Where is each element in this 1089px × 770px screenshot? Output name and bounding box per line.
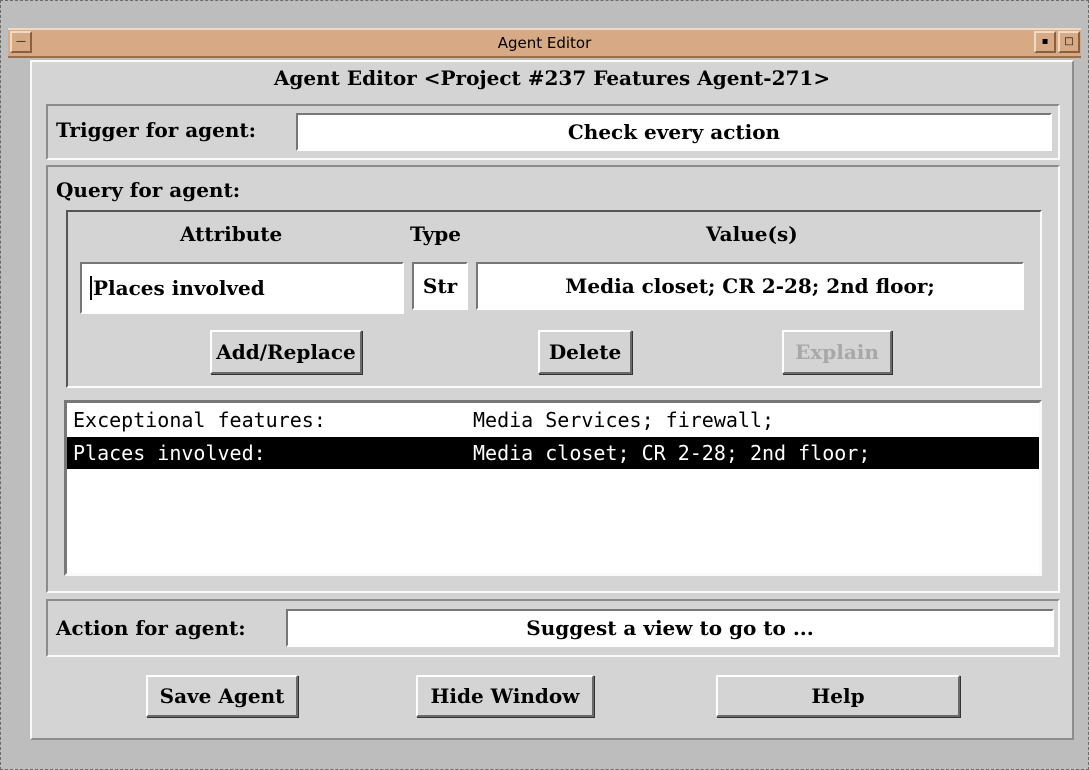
action-field[interactable]: Suggest a view to go to ...: [286, 609, 1054, 647]
values-input[interactable]: Media closet; CR 2-28; 2nd floor;: [476, 262, 1024, 310]
action-label: Action for agent:: [56, 616, 246, 640]
trigger-label: Trigger for agent:: [56, 118, 257, 142]
type-header: Type: [410, 222, 462, 246]
title-bar[interactable]: Agent Editor: [8, 28, 1081, 58]
maximize-icon[interactable]: □: [1058, 31, 1080, 53]
window-menu-icon[interactable]: —: [10, 31, 32, 53]
query-label: Query for agent:: [56, 178, 241, 202]
list-item-attribute: Exceptional features:: [73, 408, 326, 432]
list-item[interactable]: Exceptional features: Media Services; fi…: [67, 405, 1039, 435]
list-item-values: Media closet; CR 2-28; 2nd floor;: [473, 441, 871, 465]
type-input[interactable]: Str: [412, 262, 468, 310]
attribute-input-value: Places involved: [93, 276, 265, 300]
help-button[interactable]: Help: [716, 675, 960, 717]
window-title: Agent Editor: [497, 34, 592, 52]
minimize-icon[interactable]: ▪: [1034, 31, 1056, 53]
attribute-header: Attribute: [180, 222, 283, 246]
hide-window-button[interactable]: Hide Window: [416, 675, 594, 717]
values-header: Value(s): [706, 222, 798, 246]
editor-heading: Agent Editor <Project #237 Features Agen…: [273, 66, 831, 90]
trigger-field[interactable]: Check every action: [296, 113, 1052, 151]
list-item-selected[interactable]: Places involved: Media closet; CR 2-28; …: [67, 437, 1039, 469]
save-agent-button[interactable]: Save Agent: [146, 675, 298, 717]
text-cursor: [90, 276, 92, 300]
list-item-values: Media Services; firewall;: [473, 408, 775, 432]
attribute-input[interactable]: Places involved: [80, 262, 404, 314]
add-replace-button[interactable]: Add/Replace: [210, 330, 362, 374]
delete-button[interactable]: Delete: [538, 330, 632, 374]
explain-button[interactable]: Explain: [782, 330, 892, 374]
list-item-attribute: Places involved:: [73, 441, 266, 465]
query-list[interactable]: Exceptional features: Media Services; fi…: [64, 400, 1042, 576]
